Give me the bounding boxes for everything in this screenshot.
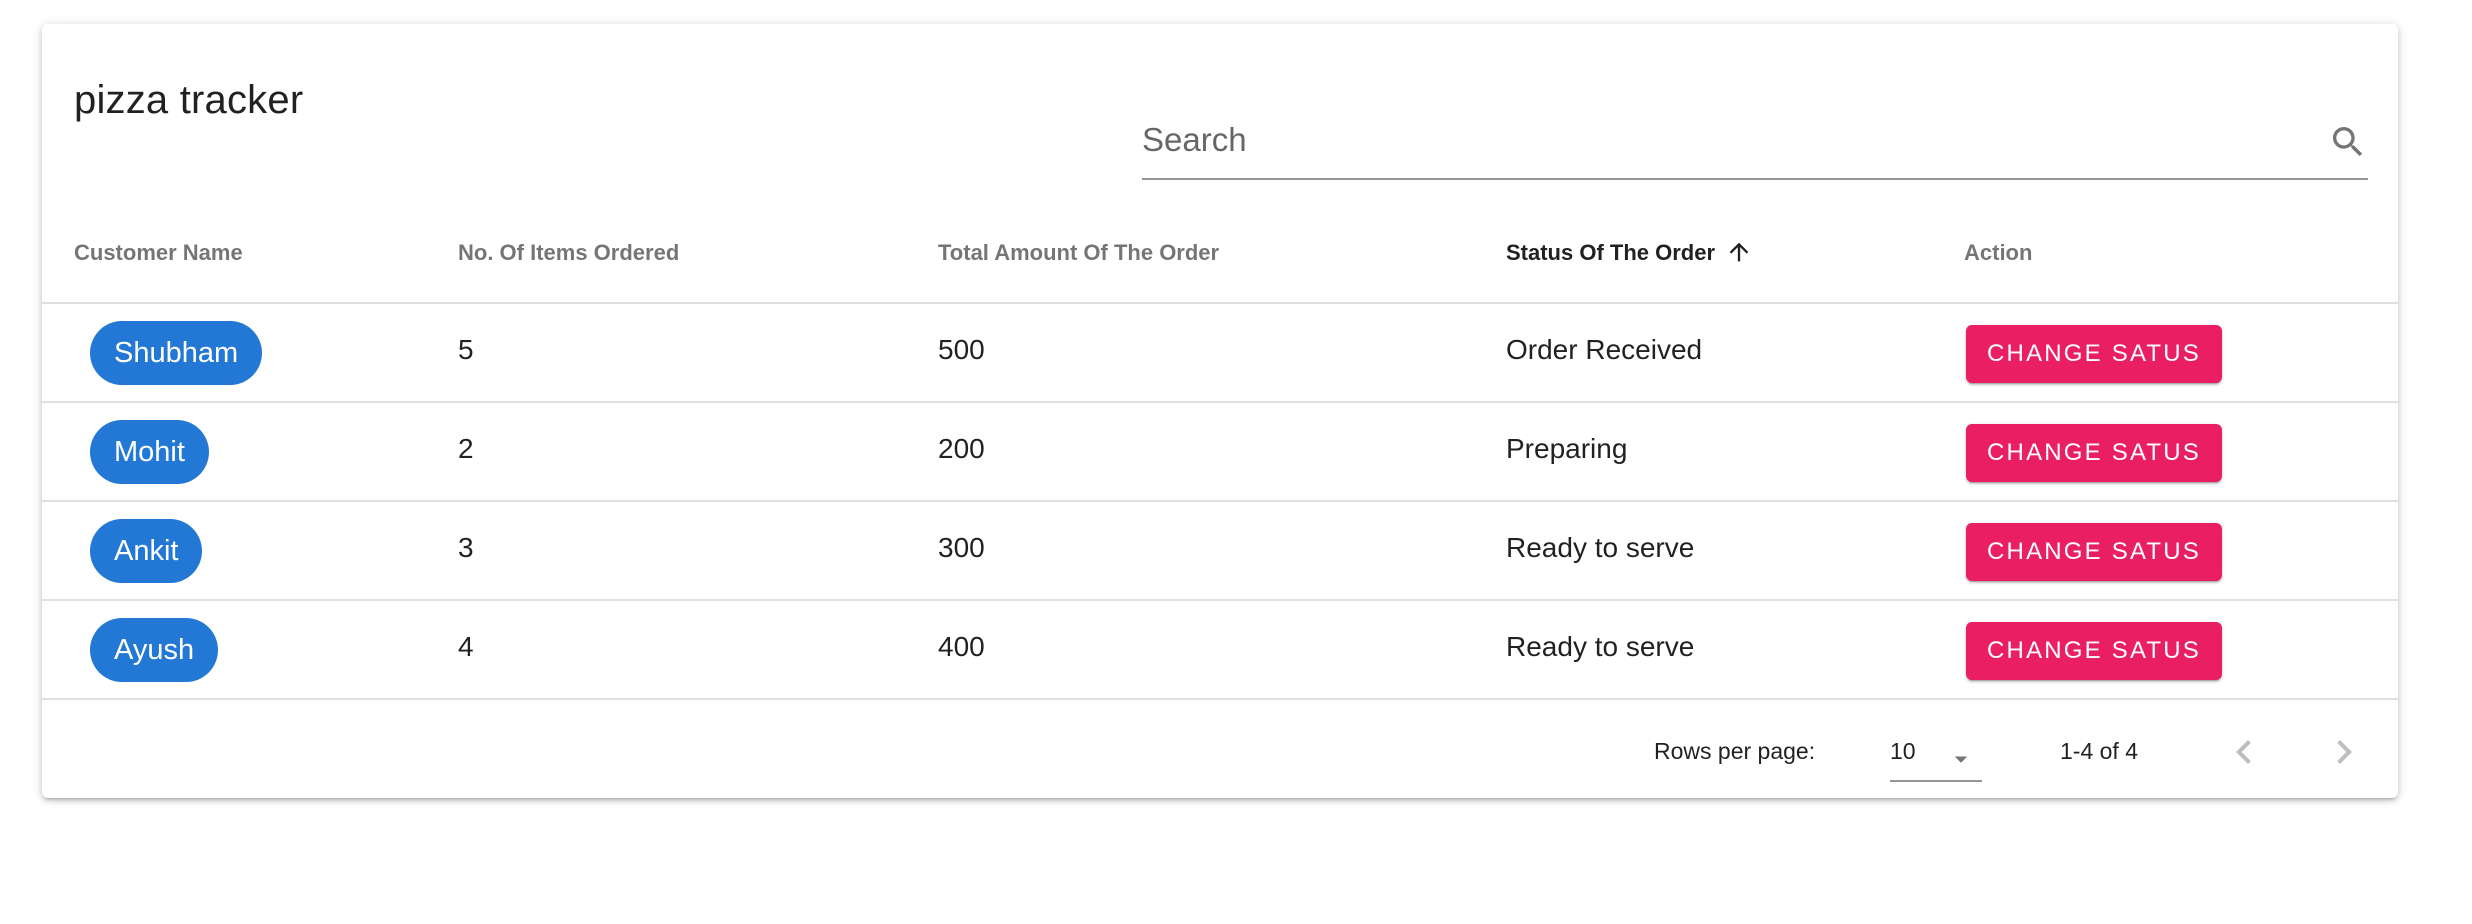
table-toolbar: pizza tracker [42, 24, 2398, 204]
table-pagination: Rows per page: 10 1-4 of 4 [42, 706, 2398, 798]
search-icon[interactable] [2328, 122, 2368, 162]
table-row: Mohit 2 200 Preparing CHANGE SATUS [42, 403, 2398, 502]
pagination-range: 1-4 of 4 [2060, 738, 2138, 764]
table-title: pizza tracker [74, 78, 304, 122]
column-header-status[interactable]: Status Of The Order [1506, 240, 1753, 266]
column-header-label: No. Of Items Ordered [458, 240, 680, 265]
pizza-tracker-table-card: pizza tracker Customer Name No. Of Items… [42, 24, 2398, 798]
order-status-cell: Order Received [1506, 334, 1703, 365]
column-header-label: Status Of The Order [1506, 240, 1716, 265]
customer-chip[interactable]: Mohit [90, 420, 209, 484]
rows-per-page-value: 10 [1890, 738, 1916, 764]
items-ordered-cell: 4 [458, 631, 474, 662]
rows-per-page-select[interactable]: 10 [1890, 728, 1982, 782]
rows-per-page-label: Rows per page: [1654, 738, 1816, 764]
change-status-button[interactable]: CHANGE SATUS [1966, 622, 2222, 680]
order-status-cell: Preparing [1506, 433, 1628, 464]
table-row: Ankit 3 300 Ready to serve CHANGE SATUS [42, 502, 2398, 601]
table-row: Shubham 5 500 Order Received CHANGE SATU… [42, 304, 2398, 403]
column-header-label: Action [1964, 240, 2033, 265]
table-header-row: Customer Name No. Of Items Ordered Total… [42, 204, 2398, 304]
order-status-cell: Ready to serve [1506, 631, 1695, 662]
orders-table: Customer Name No. Of Items Ordered Total… [42, 204, 2398, 700]
items-ordered-cell: 5 [458, 334, 474, 365]
table-row: Ayush 4 400 Ready to serve CHANGE SATUS [42, 601, 2398, 700]
customer-chip[interactable]: Ankit [90, 519, 203, 583]
column-header-label: Total Amount Of The Order [938, 240, 1220, 265]
column-header-customer-name[interactable]: Customer Name [74, 240, 243, 266]
arrow-upward-icon[interactable] [1725, 238, 1753, 266]
customer-chip[interactable]: Shubham [90, 321, 263, 385]
search-field [1142, 102, 2368, 180]
column-header-label: Customer Name [74, 240, 243, 265]
column-header-total-amount[interactable]: Total Amount Of The Order [938, 240, 1219, 266]
change-status-button[interactable]: CHANGE SATUS [1966, 523, 2222, 581]
column-header-items-ordered[interactable]: No. Of Items Ordered [458, 240, 679, 266]
order-status-cell: Ready to serve [1506, 532, 1695, 563]
column-header-action: Action [1964, 240, 2032, 266]
change-status-button[interactable]: CHANGE SATUS [1966, 424, 2222, 482]
total-amount-cell: 400 [938, 631, 985, 662]
change-status-button[interactable]: CHANGE SATUS [1966, 325, 2222, 383]
items-ordered-cell: 3 [458, 532, 474, 563]
arrow-drop-down-icon [1954, 756, 1968, 763]
total-amount-cell: 300 [938, 532, 985, 563]
total-amount-cell: 200 [938, 433, 985, 464]
chevron-left-icon[interactable] [2220, 728, 2268, 776]
items-ordered-cell: 2 [458, 433, 474, 464]
chevron-right-icon[interactable] [2320, 728, 2368, 776]
total-amount-cell: 500 [938, 334, 985, 365]
customer-chip[interactable]: Ayush [90, 618, 219, 682]
search-input[interactable] [1142, 102, 2282, 178]
